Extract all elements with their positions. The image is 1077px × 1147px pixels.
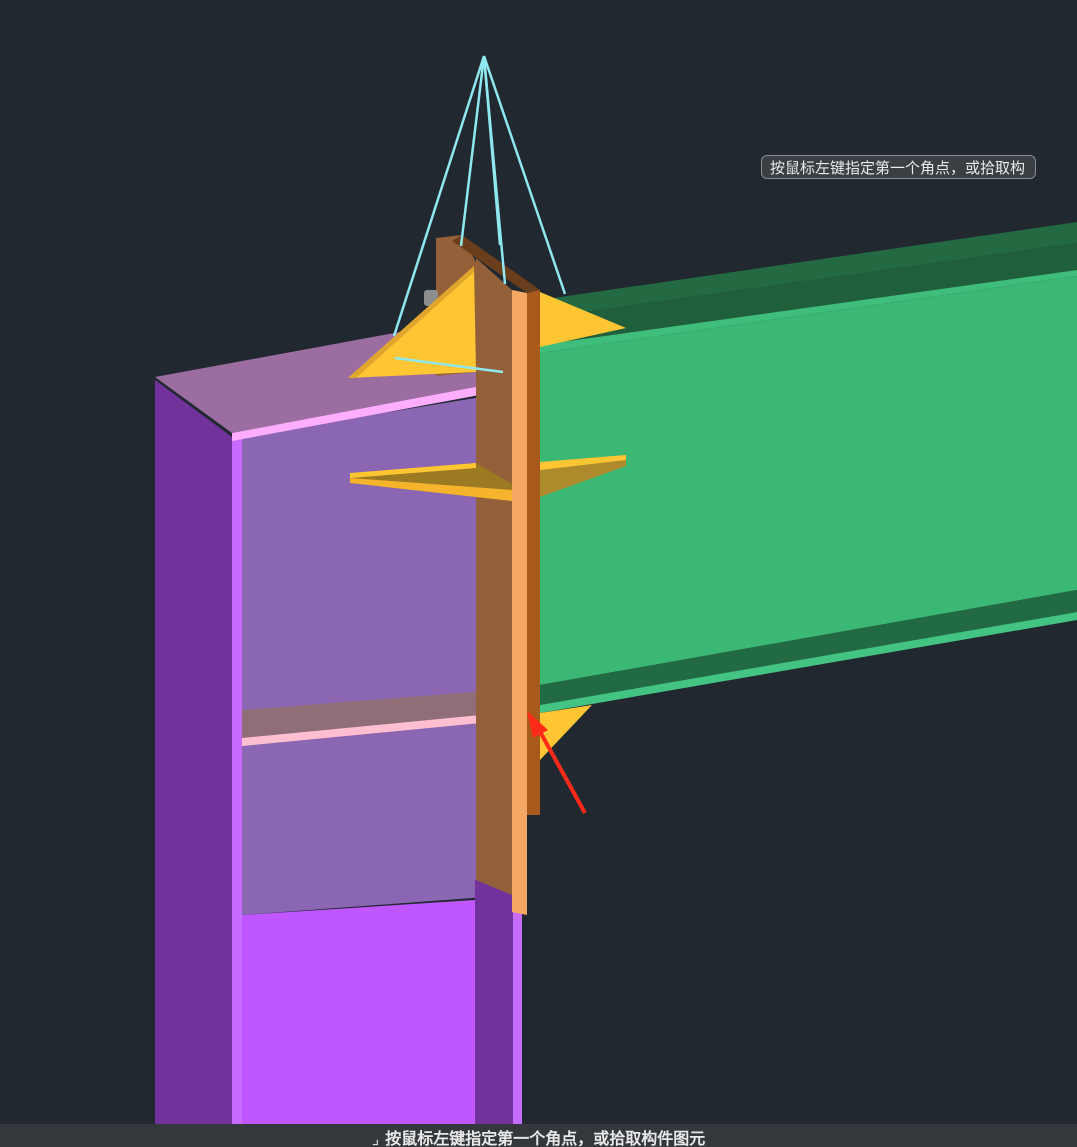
command-prompt-text: 按鼠标左键指定第一个角点，或拾取构件图元 [385, 1129, 706, 1147]
cad-3d-viewport[interactable]: 按鼠标左键指定第一个角点，或拾取构 ⌟ 按鼠标左键指定第一个角点，或拾取构件图元 [0, 0, 1077, 1147]
gusset-bottom-right [540, 705, 592, 760]
cursor-corner-icon: ⌟ [371, 1129, 380, 1147]
column-web-lower [242, 900, 475, 1124]
arrow-shaft [536, 727, 587, 814]
end-plate-face [476, 258, 512, 895]
column-flange-right [475, 870, 513, 1124]
cursor-tooltip: 按鼠标左键指定第一个角点，或拾取构 [761, 155, 1037, 179]
lift-line-5 [482, 55, 502, 246]
tooltip-text: 按鼠标左键指定第一个角点，或拾取构 [770, 159, 1026, 177]
lift-line-2 [459, 55, 486, 247]
column-flange-left-face [155, 380, 232, 1124]
end-plate-side [512, 290, 527, 915]
steel-column[interactable] [155, 332, 522, 1124]
command-prompt-bar[interactable]: ⌟ 按鼠标左键指定第一个角点，或拾取构件图元 [0, 1124, 1077, 1147]
column-flange-left-edge [232, 435, 242, 1124]
